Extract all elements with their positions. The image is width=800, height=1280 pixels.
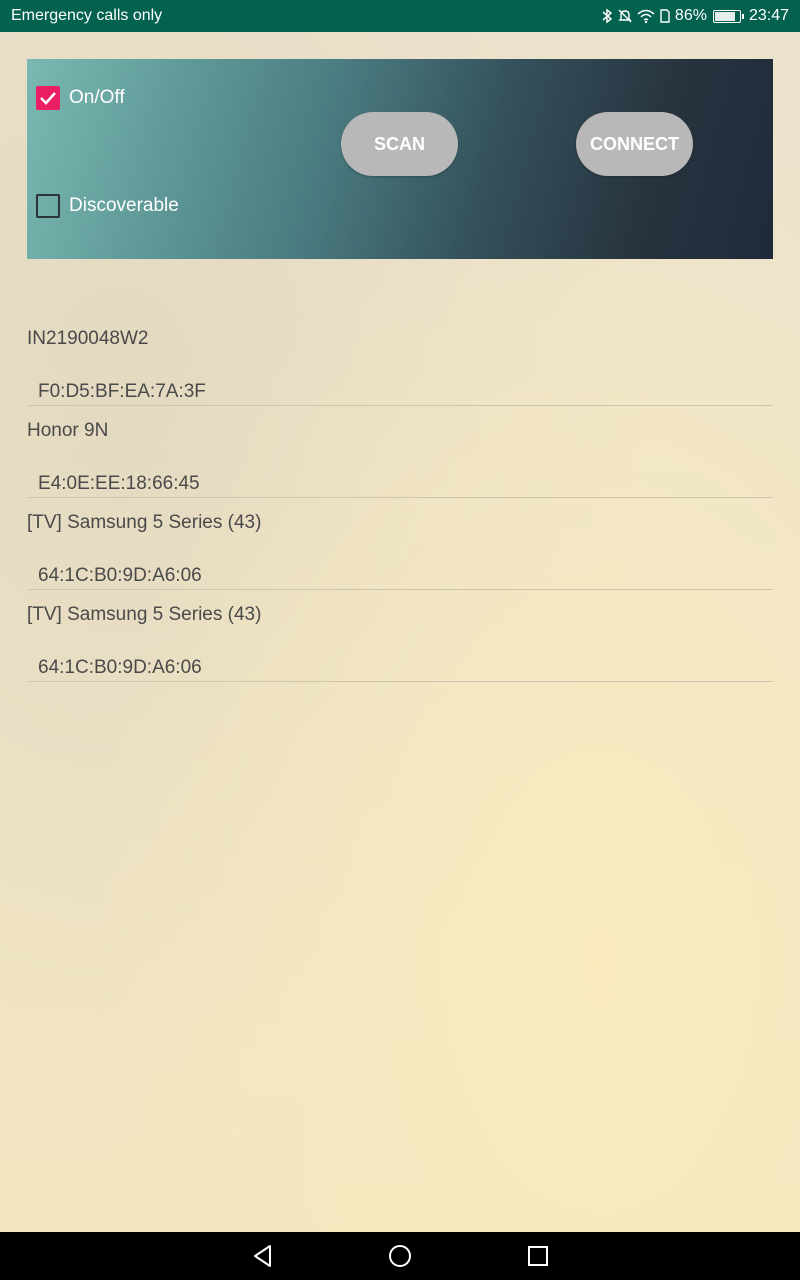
clock: 23:47 — [748, 7, 789, 24]
mute-icon — [617, 8, 633, 24]
discoverable-checkbox[interactable] — [36, 194, 60, 218]
device-address: 64:1C:B0:9D:A6:06 — [38, 657, 202, 678]
device-address: F0:D5:BF:EA:7A:3F — [38, 381, 206, 402]
control-panel: On/Off Discoverable SCAN CONNECT — [27, 59, 773, 259]
device-name: [TV] Samsung 5 Series (43) — [27, 512, 262, 533]
list-item[interactable]: [TV] Samsung 5 Series (43) 64:1C:B0:9D:A… — [27, 498, 773, 590]
checkmark-icon — [40, 92, 56, 105]
status-bar: Emergency calls only 86% 23:47 — [0, 0, 800, 32]
device-name: IN2190048W2 — [27, 328, 149, 349]
status-icons: 86% 23:47 — [601, 7, 789, 25]
device-name: [TV] Samsung 5 Series (43) — [27, 604, 262, 625]
discoverable-label: Discoverable — [69, 195, 179, 216]
onoff-checkbox[interactable] — [36, 86, 60, 110]
onoff-checkbox-row[interactable]: On/Off — [36, 86, 125, 110]
battery-percent: 86% — [674, 7, 707, 24]
list-item[interactable]: IN2190048W2 F0:D5:BF:EA:7A:3F — [27, 314, 773, 406]
device-name: Honor 9N — [27, 420, 109, 441]
home-icon[interactable] — [388, 1244, 412, 1268]
carrier-text: Emergency calls only — [11, 7, 163, 24]
list-item[interactable]: Honor 9N E4:0E:EE:18:66:45 — [27, 406, 773, 498]
recents-icon[interactable] — [526, 1244, 550, 1268]
back-icon[interactable] — [251, 1244, 275, 1268]
discoverable-checkbox-row[interactable]: Discoverable — [36, 194, 179, 218]
list-item[interactable]: [TV] Samsung 5 Series (43) 64:1C:B0:9D:A… — [27, 590, 773, 682]
wifi-icon — [637, 8, 655, 24]
device-address: 64:1C:B0:9D:A6:06 — [38, 565, 202, 586]
onoff-label: On/Off — [69, 87, 125, 108]
scan-button[interactable]: SCAN — [341, 112, 458, 176]
bluetooth-icon — [601, 8, 613, 24]
device-address: E4:0E:EE:18:66:45 — [38, 473, 200, 494]
device-list: IN2190048W2 F0:D5:BF:EA:7A:3F Honor 9N E… — [27, 314, 773, 682]
navigation-bar — [0, 1232, 800, 1280]
battery-icon — [712, 9, 744, 23]
sim-icon — [659, 8, 671, 24]
connect-button[interactable]: CONNECT — [576, 112, 693, 176]
